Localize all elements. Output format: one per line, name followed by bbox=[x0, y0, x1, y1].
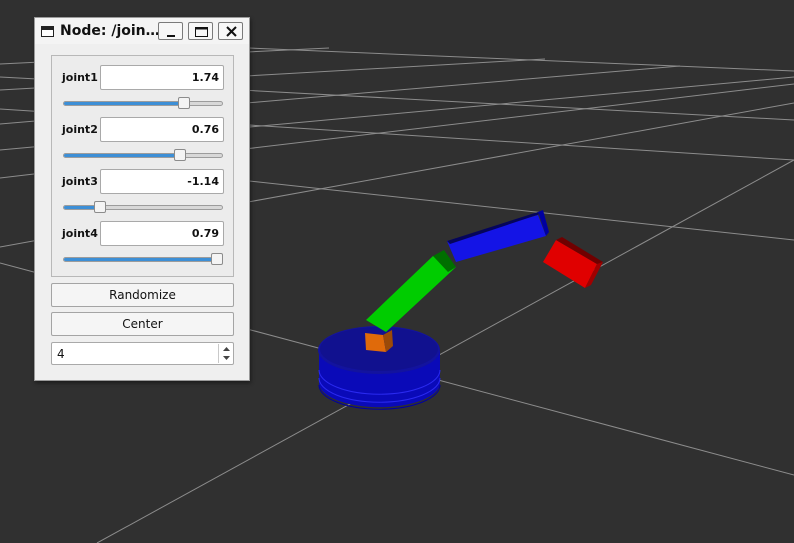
joint3-slider-fill bbox=[64, 206, 96, 209]
joint2-value-field[interactable] bbox=[100, 117, 224, 142]
joint2-slider-track[interactable] bbox=[63, 153, 223, 158]
close-icon bbox=[226, 26, 237, 37]
maximize-button[interactable] bbox=[188, 22, 213, 40]
joint1-slider-track[interactable] bbox=[63, 101, 223, 106]
minimize-icon bbox=[167, 35, 175, 37]
joint-count-spinbox[interactable]: 4 bbox=[51, 342, 234, 365]
joint4-label: joint4 bbox=[62, 227, 98, 240]
joint3-slider-track[interactable] bbox=[63, 205, 223, 210]
joint4-slider-handle[interactable] bbox=[211, 253, 223, 265]
joint4-value-field[interactable] bbox=[100, 221, 224, 246]
spinbox-separator bbox=[218, 344, 219, 363]
window-title: Node: /join… bbox=[60, 23, 158, 39]
spin-down-arrow-icon[interactable] bbox=[220, 354, 233, 364]
spin-up-arrow-icon[interactable] bbox=[220, 344, 233, 354]
joint2-slider-handle[interactable] bbox=[174, 149, 186, 161]
joint4-slider-track[interactable] bbox=[63, 257, 223, 262]
maximize-icon bbox=[195, 27, 208, 37]
spinbox-value: 4 bbox=[57, 347, 65, 361]
joint-state-publisher-window: Node: /join… joint1 joint2 bbox=[34, 17, 250, 381]
joint3-slider-handle[interactable] bbox=[94, 201, 106, 213]
joint2-label: joint2 bbox=[62, 123, 98, 136]
center-button[interactable]: Center bbox=[51, 312, 234, 336]
window-icon bbox=[41, 26, 54, 37]
joint1-slider-handle[interactable] bbox=[178, 97, 190, 109]
joint2-slider-fill bbox=[64, 154, 180, 157]
window-titlebar[interactable]: Node: /join… bbox=[35, 18, 249, 44]
close-button[interactable] bbox=[218, 22, 243, 40]
minimize-button[interactable] bbox=[158, 22, 183, 40]
joint1-label: joint1 bbox=[62, 71, 98, 84]
joint1-value-field[interactable] bbox=[100, 65, 224, 90]
joint3-value-field[interactable] bbox=[100, 169, 224, 194]
joint3-label: joint3 bbox=[62, 175, 98, 188]
joint4-slider-fill bbox=[64, 258, 218, 261]
joint1-slider-fill bbox=[64, 102, 184, 105]
joint-slider-group: joint1 joint2 joint3 joint4 bbox=[51, 55, 234, 277]
randomize-button[interactable]: Randomize bbox=[51, 283, 234, 307]
